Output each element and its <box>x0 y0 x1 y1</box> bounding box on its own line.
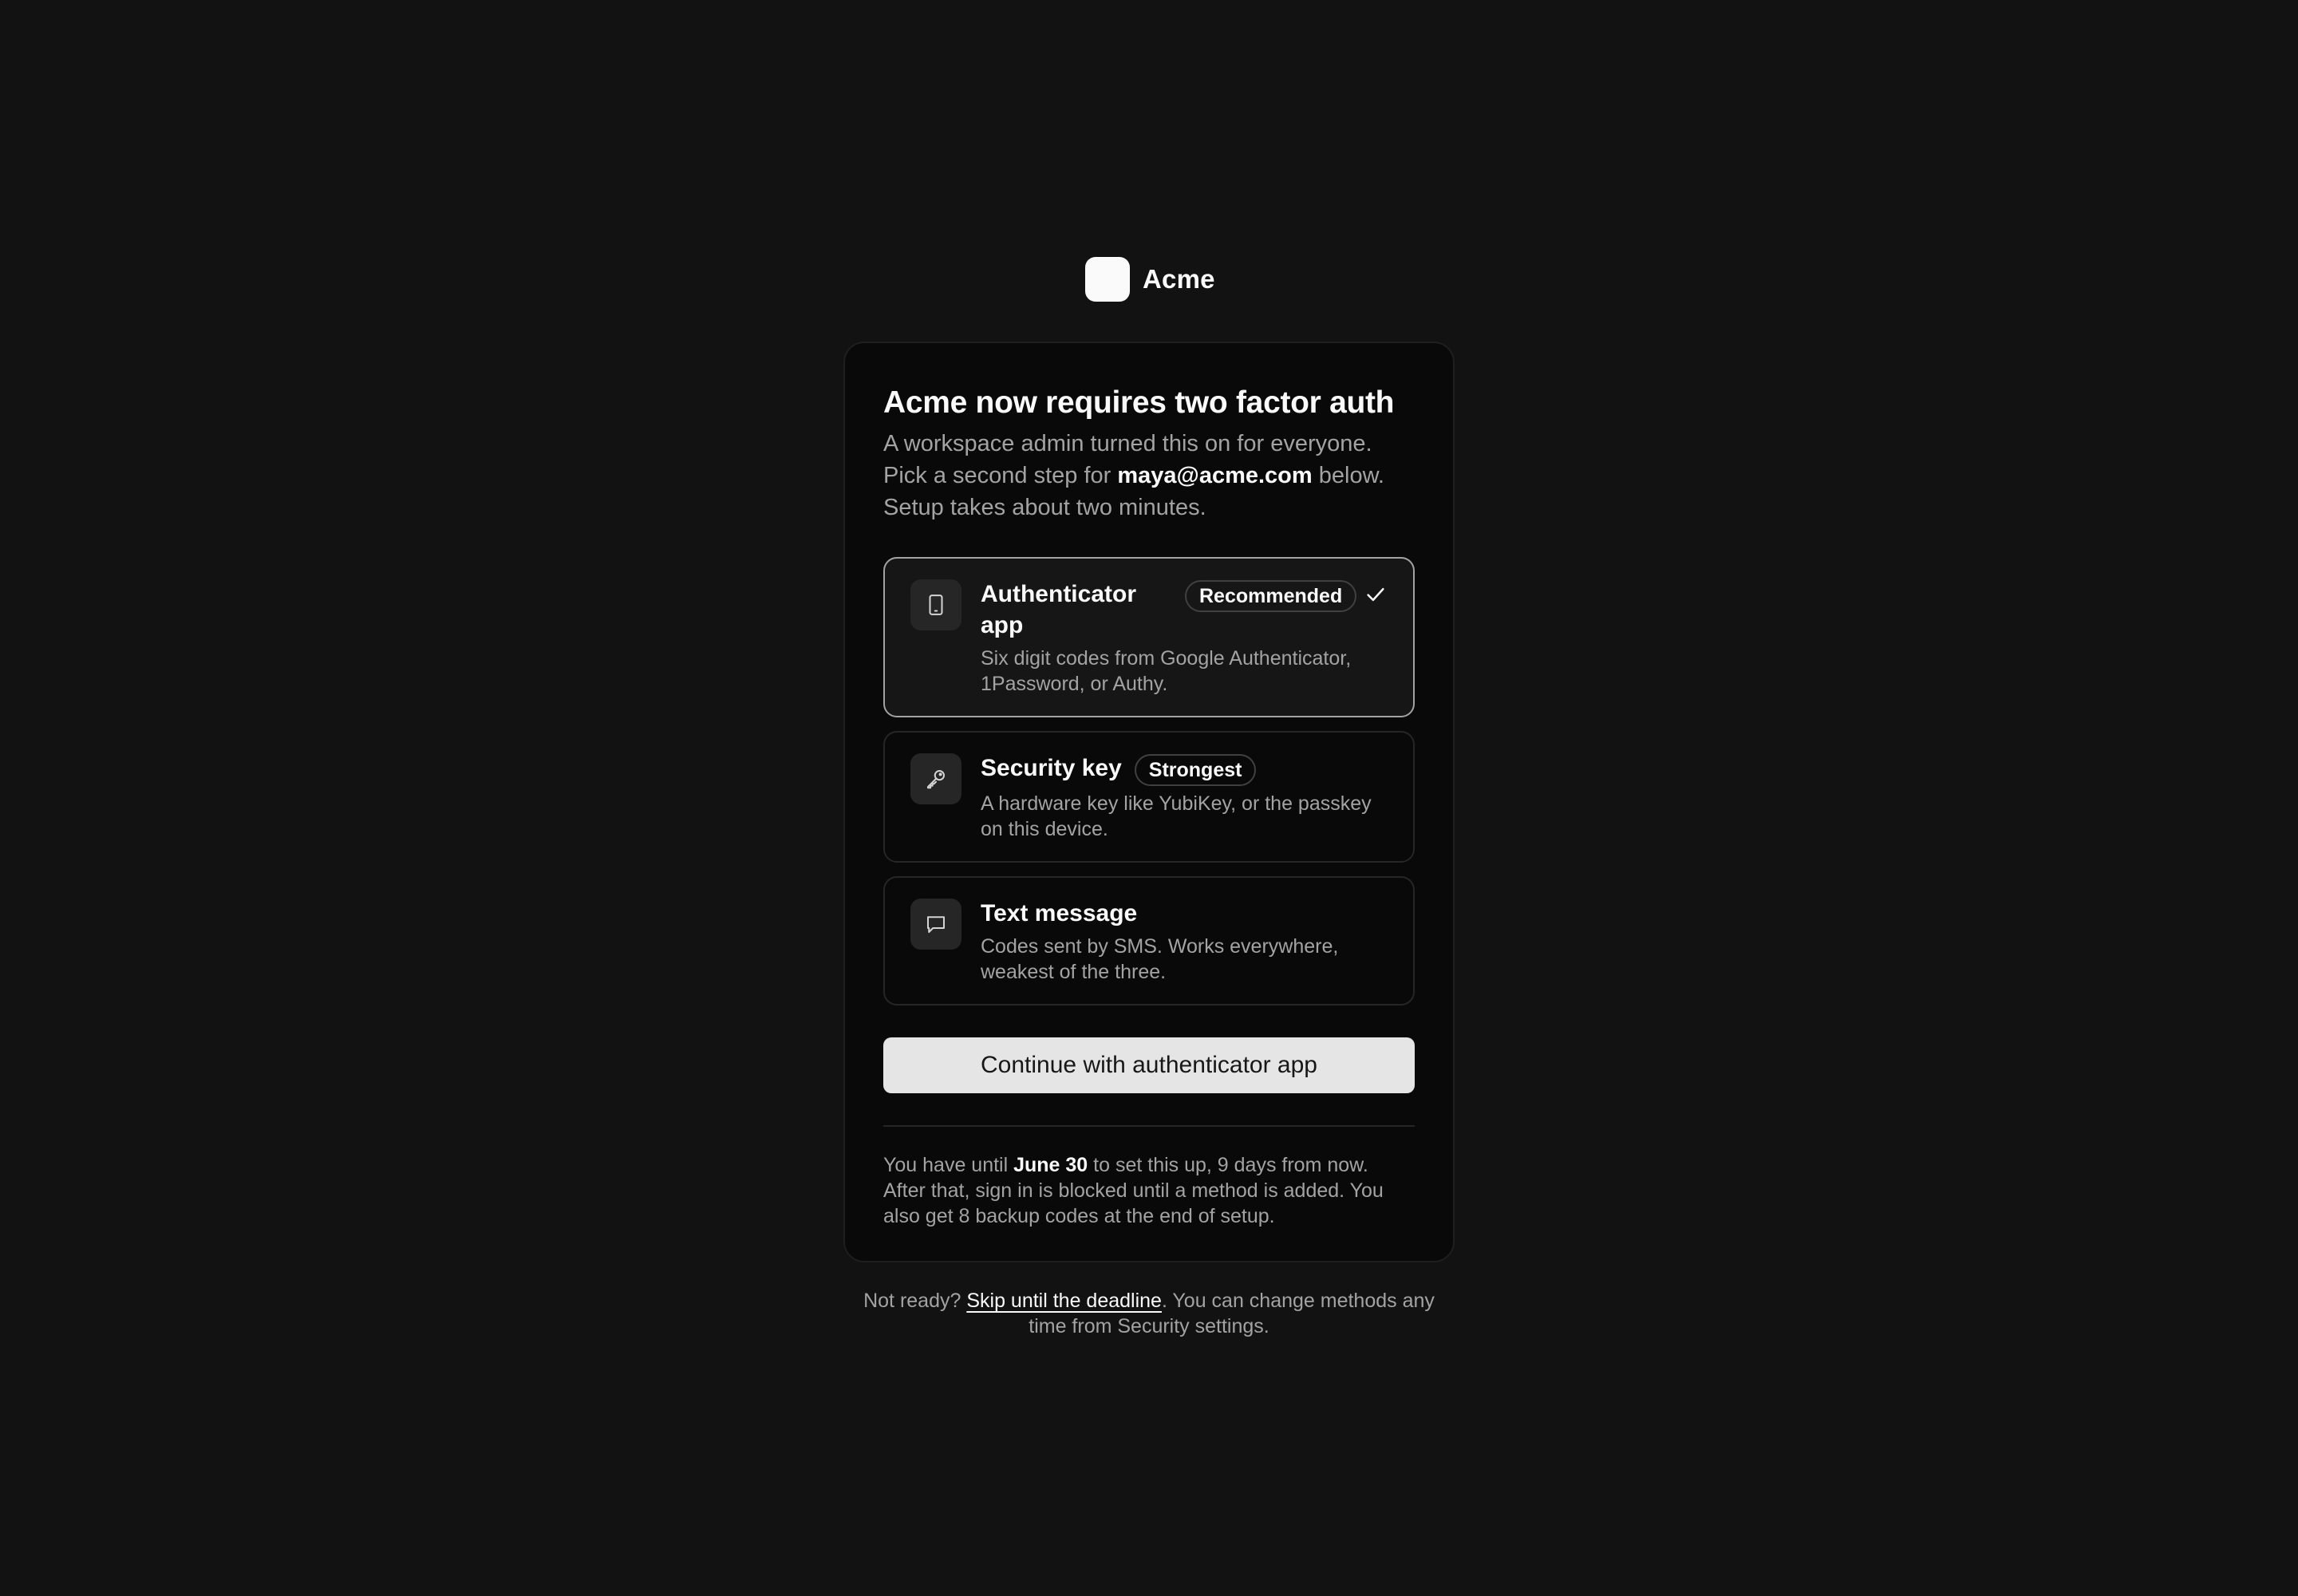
message-icon <box>910 899 961 950</box>
strongest-badge: Strongest <box>1134 754 1257 786</box>
deadline-text: You have until <box>883 1154 1014 1176</box>
recommended-badge: Recommended <box>1185 580 1357 612</box>
phone-icon <box>910 579 961 630</box>
option-title: Security key <box>981 755 1122 781</box>
user-email: maya@acme.com <box>1117 463 1313 488</box>
footnote: Not ready? Skip until the deadline. You … <box>843 1288 1455 1339</box>
brand: Acme <box>1085 257 1215 302</box>
option-description: Codes sent by SMS. Works everywhere, wea… <box>981 935 1339 983</box>
check-icon <box>1367 587 1384 602</box>
page-title: Acme now requires two factor auth <box>883 385 1395 420</box>
deadline-date: June 30 <box>1013 1154 1088 1176</box>
page: Acme Acme now requires two factor auth A… <box>0 0 2298 1596</box>
card-description: A workspace admin turned this on for eve… <box>883 428 1415 523</box>
continue-button[interactable]: Continue with authenticator app <box>883 1037 1415 1093</box>
skip-link[interactable]: Skip until the deadline <box>966 1290 1162 1312</box>
deadline-notice: You have until June 30 to set this up, 9… <box>883 1152 1415 1229</box>
option-description: A hardware key like YubiKey, or the pass… <box>981 792 1372 840</box>
option-security-key[interactable]: Security key Strongest A hardware key li… <box>883 731 1415 863</box>
option-authenticator-app[interactable]: Authenticator app Recommended Six digit … <box>883 557 1415 717</box>
footnote-prefix: Not ready? <box>863 1290 967 1312</box>
option-header: Text message <box>981 898 1388 929</box>
option-title: Authenticator app <box>981 581 1136 638</box>
method-options: Authenticator app Recommended Six digit … <box>883 557 1415 1005</box>
option-description: Six digit codes from Google Authenticato… <box>981 647 1352 695</box>
option-title: Text message <box>981 900 1138 926</box>
key-icon <box>910 753 961 804</box>
option-header: Authenticator app Recommended <box>981 579 1388 641</box>
brand-name: Acme <box>1143 264 1215 294</box>
two-factor-card: Acme now requires two factor auth A work… <box>843 342 1455 1262</box>
divider <box>883 1125 1415 1127</box>
acme-logo <box>1085 257 1130 302</box>
option-header: Security key Strongest <box>981 753 1388 786</box>
option-text-message[interactable]: Text message Codes sent by SMS. Works ev… <box>883 876 1415 1005</box>
